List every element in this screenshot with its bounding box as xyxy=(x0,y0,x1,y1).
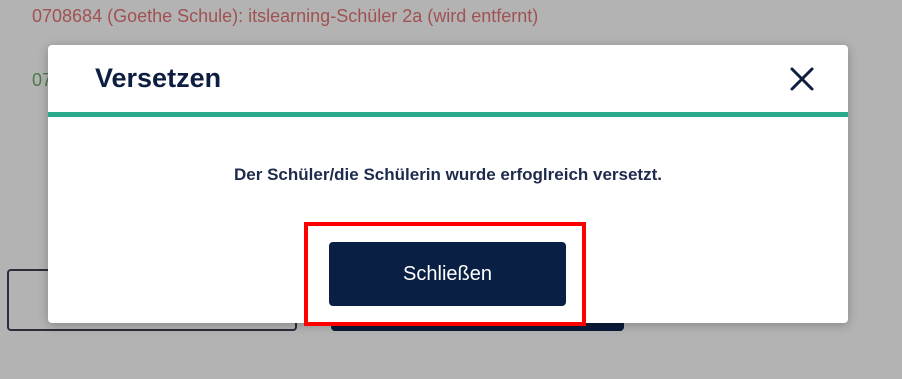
close-icon xyxy=(790,67,814,91)
dialog-header-divider xyxy=(48,112,848,117)
success-message: Der Schüler/die Schülerin wurde erfoglre… xyxy=(234,165,662,184)
close-button[interactable] xyxy=(782,59,822,99)
close-dialog-button[interactable]: Schließen xyxy=(329,242,566,306)
transfer-dialog: Versetzen Der Schüler/die Schülerin wurd… xyxy=(48,45,848,323)
close-dialog-button-label: Schließen xyxy=(403,262,492,285)
background-status-removed: 0708684 (Goethe Schule): itslearning-Sch… xyxy=(32,6,539,26)
dialog-title: Versetzen xyxy=(95,63,222,93)
